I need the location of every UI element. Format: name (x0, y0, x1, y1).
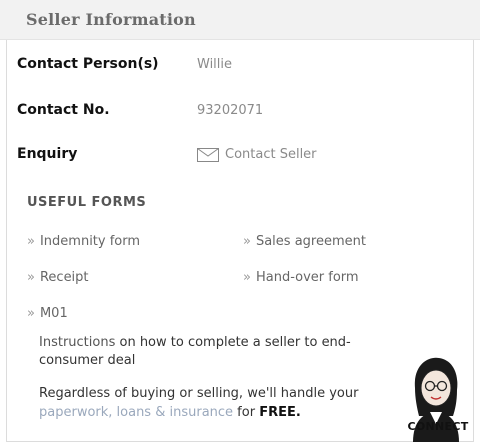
bullet: » (27, 306, 35, 321)
envelope-icon (197, 147, 219, 162)
link-label: M01 (39, 306, 68, 321)
instructions-link[interactable]: Instructions (39, 335, 115, 350)
hand-over-form-link[interactable]: » Hand-over form (243, 270, 359, 285)
contact-seller-label: Contact Seller (225, 147, 317, 162)
section-header: Seller Information (0, 0, 480, 40)
m01-link[interactable]: » M01 (27, 306, 68, 321)
brand-logo: CONNECT (407, 420, 469, 433)
bullet: » (243, 234, 251, 249)
contact-number-label: Contact No. (17, 102, 110, 118)
service-note: Regardless of buying or selling, we'll h… (39, 384, 389, 422)
sales-agreement-link[interactable]: » Sales agreement (243, 234, 366, 249)
service-note-text-a: Regardless of buying or selling, we'll h… (39, 386, 359, 401)
instructions-text: Instructions on how to complete a seller… (39, 334, 399, 370)
free-text: FREE. (259, 405, 301, 420)
link-label: Sales agreement (255, 234, 366, 249)
receipt-link[interactable]: » Receipt (27, 270, 89, 285)
link-label: Receipt (39, 270, 89, 285)
service-highlight-link[interactable]: paperwork, loans & insurance (39, 405, 233, 420)
bullet: » (27, 234, 35, 249)
section-title: Seller Information (26, 10, 196, 29)
link-label: Indemnity form (39, 234, 141, 249)
contact-number-value: 93202071 (197, 103, 264, 118)
bullet: » (243, 270, 251, 285)
useful-forms-title: USEFUL FORMS (27, 195, 147, 210)
contact-seller-link[interactable]: Contact Seller (197, 147, 317, 162)
contact-person-value: Willie (197, 57, 233, 72)
enquiry-label: Enquiry (17, 146, 78, 162)
link-label: Hand-over form (255, 270, 359, 285)
bullet: » (27, 270, 35, 285)
indemnity-form-link[interactable]: » Indemnity form (27, 234, 140, 249)
service-note-text-b: for (233, 405, 260, 420)
seller-info-panel: Contact Person(s) Willie Contact No. 932… (6, 40, 474, 442)
contact-person-label: Contact Person(s) (17, 56, 159, 72)
